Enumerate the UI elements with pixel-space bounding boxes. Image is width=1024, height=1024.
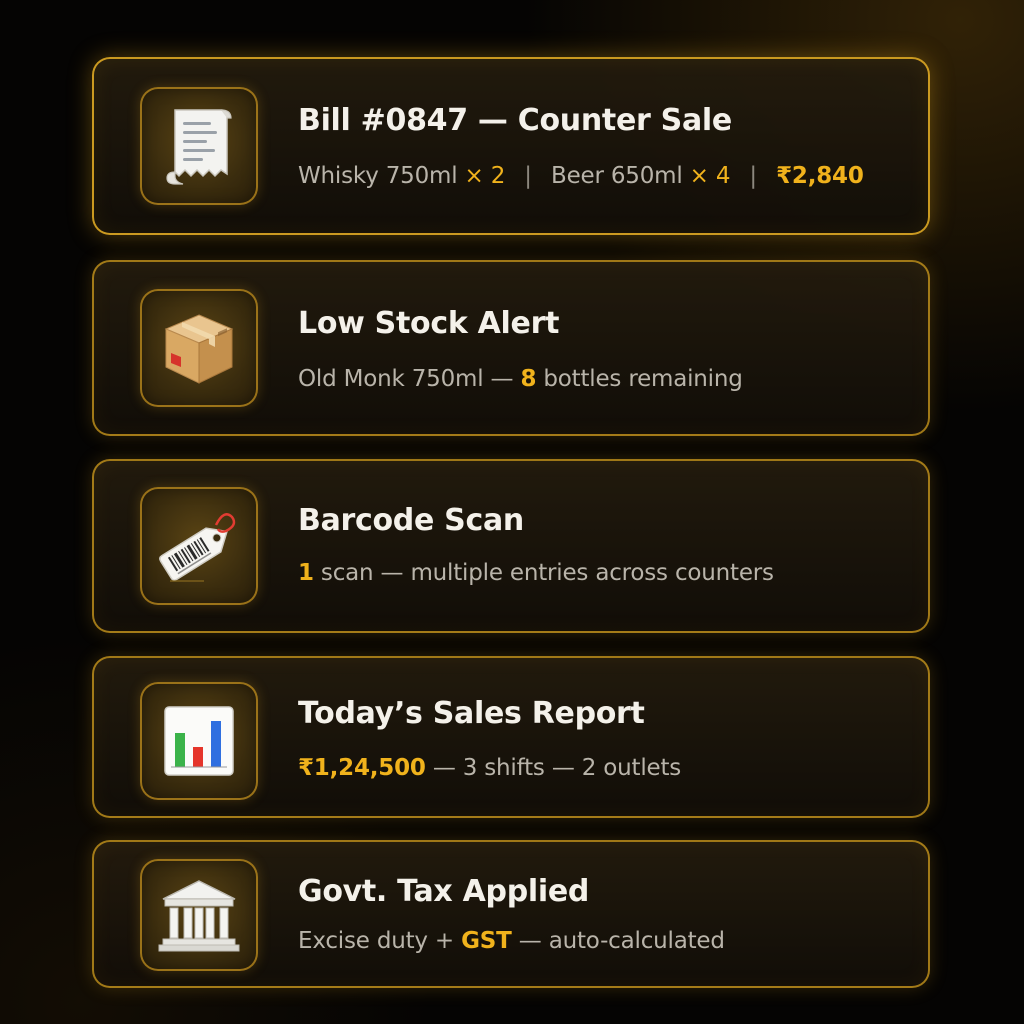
barcode-scan-suffix: scan — multiple entries across counters — [313, 560, 774, 586]
sales-report-card[interactable]: Today’s Sales Report ₹1,24,500 — 3 shift… — [92, 656, 930, 818]
bill-total: ₹2,840 — [776, 163, 864, 189]
bill-card[interactable]: Bill #0847 — Counter Sale Whisky 750ml ×… — [92, 57, 930, 235]
bill-item-2-multiplier: × 4 — [689, 163, 731, 189]
barcode-icon-tile — [140, 487, 258, 605]
receipt-icon — [166, 109, 232, 185]
cardboard-box-icon — [164, 314, 234, 384]
receipt-icon-tile — [140, 87, 258, 205]
low-stock-card[interactable]: Low Stock Alert Old Monk 750ml — 8 bottl… — [92, 260, 930, 436]
barcode-scan-details: 1 scan — multiple entries across counter… — [298, 560, 774, 586]
tax-title: Govt. Tax Applied — [298, 874, 590, 909]
tax-card[interactable]: Govt. Tax Applied Excise duty + GST — au… — [92, 840, 930, 988]
chart-icon-tile — [140, 682, 258, 800]
bill-separator-2: | — [749, 163, 757, 189]
barcode-tag-icon — [159, 513, 236, 582]
government-building-icon — [158, 880, 240, 952]
bar-chart-icon — [164, 706, 234, 776]
tax-gst: GST — [461, 928, 512, 954]
sales-report-title: Today’s Sales Report — [298, 696, 645, 731]
tax-prefix: Excise duty + — [298, 928, 462, 954]
sales-report-details: ₹1,24,500 — 3 shifts — 2 outlets — [298, 755, 681, 781]
notification-panel: Bill #0847 — Counter Sale Whisky 750ml ×… — [0, 0, 1024, 1024]
bill-item-1-name: Whisky 750ml — [298, 163, 458, 189]
bill-title: Bill #0847 — Counter Sale — [298, 103, 732, 138]
low-stock-title: Low Stock Alert — [298, 306, 560, 341]
barcode-scan-title: Barcode Scan — [298, 503, 524, 538]
tax-details: Excise duty + GST — auto-calculated — [298, 928, 725, 954]
bill-item-2-name: Beer 650ml — [550, 163, 683, 189]
bill-separator-1: | — [524, 163, 532, 189]
low-stock-details: Old Monk 750ml — 8 bottles remaining — [298, 366, 743, 392]
low-stock-count: 8 — [520, 366, 537, 392]
bill-item-1-multiplier: × 2 — [464, 163, 506, 189]
tax-suffix: — auto-calculated — [511, 928, 725, 954]
box-icon-tile — [140, 289, 258, 407]
low-stock-product: Old Monk 750ml — — [298, 366, 521, 392]
barcode-scan-card[interactable]: Barcode Scan 1 scan — multiple entries a… — [92, 459, 930, 633]
bill-details: Whisky 750ml × 2 | Beer 650ml × 4 | ₹2,8… — [298, 163, 864, 189]
scan-count: 1 — [298, 560, 314, 586]
sales-report-suffix: — 3 shifts — 2 outlets — [425, 755, 682, 781]
low-stock-suffix: bottles remaining — [536, 366, 743, 392]
building-icon-tile — [140, 859, 258, 971]
sales-amount: ₹1,24,500 — [298, 755, 426, 781]
